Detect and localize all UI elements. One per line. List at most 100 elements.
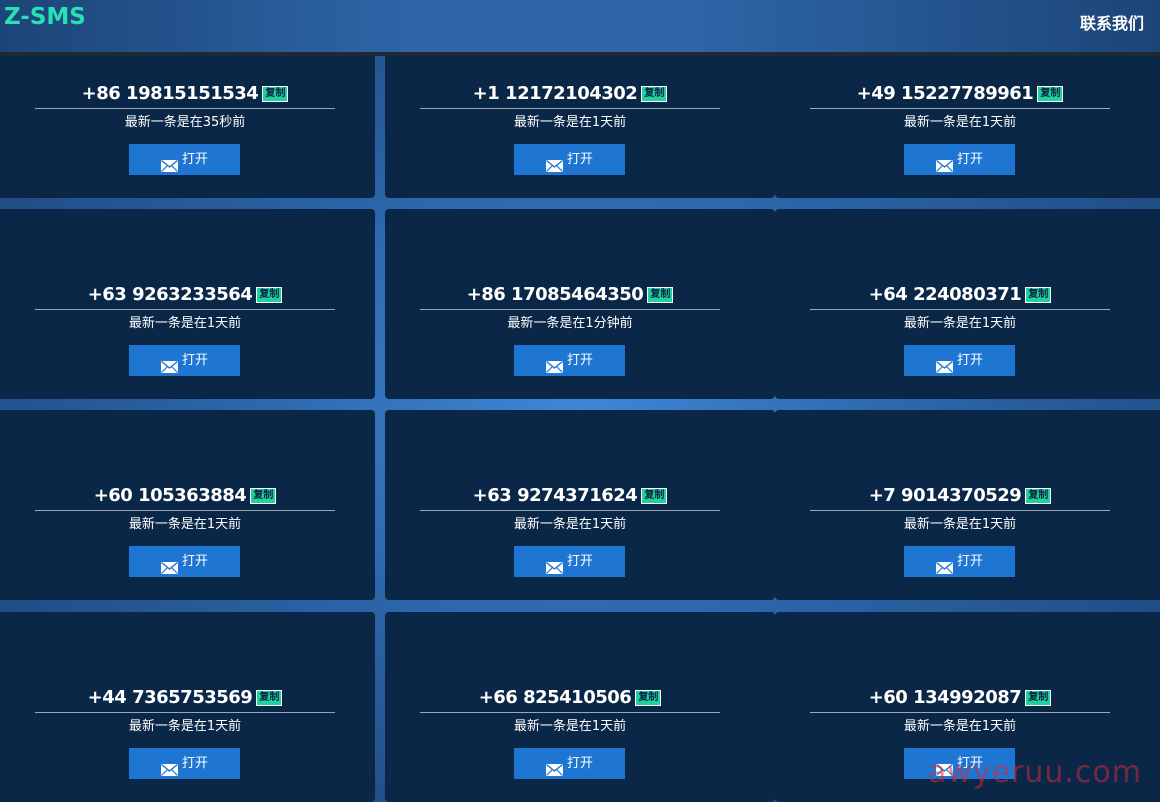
open-button-label: 打开 bbox=[181, 152, 208, 167]
mail-icon bbox=[545, 757, 563, 776]
open-button-label: 打开 bbox=[566, 152, 593, 167]
phone-number: +86 17085464350 bbox=[466, 284, 644, 305]
watermark: awyeruu.com bbox=[927, 755, 1142, 790]
number-card: +60 105363884 复制 最新一条是在1天前 打开 bbox=[0, 410, 375, 600]
open-button-label: 打开 bbox=[566, 756, 593, 771]
mail-icon bbox=[935, 555, 953, 574]
number-card: +7 9014370529 复制 最新一条是在1天前 打开 bbox=[775, 410, 1160, 600]
copy-button[interactable]: 复制 bbox=[641, 86, 668, 102]
mail-icon bbox=[545, 153, 563, 172]
open-button[interactable]: 打开 bbox=[514, 748, 625, 779]
copy-button[interactable]: 复制 bbox=[641, 488, 668, 504]
card-content: +66 825410506 复制 最新一条是在1天前 打开 bbox=[385, 684, 775, 792]
phone-number: +86 19815151534 bbox=[81, 83, 259, 104]
open-button[interactable]: 打开 bbox=[129, 144, 240, 175]
last-message-status: 最新一条是在1天前 bbox=[903, 115, 1017, 130]
number-card: +63 9274371624 复制 最新一条是在1天前 打开 bbox=[385, 410, 775, 600]
copy-button[interactable]: 复制 bbox=[1037, 86, 1064, 102]
number-row: +60 105363884 复制 bbox=[35, 482, 335, 511]
mail-icon bbox=[160, 757, 178, 776]
phone-number: +66 825410506 bbox=[478, 687, 632, 708]
number-card: +64 224080371 复制 最新一条是在1天前 打开 bbox=[775, 209, 1160, 399]
card-content: +64 224080371 复制 最新一条是在1天前 打开 bbox=[775, 281, 1160, 389]
site-logo[interactable]: Z-SMS bbox=[4, 4, 86, 30]
card-content: +1 12172104302 复制 最新一条是在1天前 打开 bbox=[385, 80, 775, 188]
phone-number: +63 9263233564 bbox=[87, 284, 253, 305]
mail-icon bbox=[545, 354, 563, 373]
open-button[interactable]: 打开 bbox=[904, 144, 1015, 175]
phone-number: +1 12172104302 bbox=[472, 83, 638, 104]
last-message-status: 最新一条是在1天前 bbox=[903, 316, 1017, 331]
last-message-status: 最新一条是在1天前 bbox=[128, 316, 242, 331]
number-row: +64 224080371 复制 bbox=[810, 281, 1110, 310]
card-content: +86 17085464350 复制 最新一条是在1分钟前 打开 bbox=[385, 281, 775, 389]
open-button-label: 打开 bbox=[956, 554, 983, 569]
card-content: +7 9014370529 复制 最新一条是在1天前 打开 bbox=[775, 482, 1160, 590]
copy-button[interactable]: 复制 bbox=[635, 690, 662, 706]
card-content: +63 9263233564 复制 最新一条是在1天前 打开 bbox=[0, 281, 375, 389]
copy-button[interactable]: 复制 bbox=[250, 488, 277, 504]
mail-icon bbox=[160, 354, 178, 373]
number-row: +44 7365753569 复制 bbox=[35, 684, 335, 713]
copy-button[interactable]: 复制 bbox=[1025, 488, 1052, 504]
last-message-status: 最新一条是在1天前 bbox=[903, 719, 1017, 734]
phone-number: +44 7365753569 bbox=[87, 687, 253, 708]
copy-button[interactable]: 复制 bbox=[262, 86, 289, 102]
card-content: +49 15227789961 复制最新一条是在1天前打开 bbox=[775, 80, 1160, 188]
open-button[interactable]: 打开 bbox=[129, 345, 240, 376]
open-button-label: 打开 bbox=[566, 554, 593, 569]
card-content: +60 105363884 复制 最新一条是在1天前 打开 bbox=[0, 482, 375, 590]
open-button[interactable]: 打开 bbox=[904, 546, 1015, 577]
number-card: +44 7365753569 复制 最新一条是在1天前 打开 bbox=[0, 612, 375, 802]
open-button[interactable]: 打开 bbox=[904, 345, 1015, 376]
number-row: +86 19815151534 复制 bbox=[35, 80, 335, 109]
number-row: +86 17085464350 复制 bbox=[420, 281, 720, 310]
copy-button[interactable]: 复制 bbox=[1025, 690, 1052, 706]
mail-icon bbox=[935, 354, 953, 373]
phone-number: +60 105363884 bbox=[93, 485, 247, 506]
phone-number: +7 9014370529 bbox=[868, 485, 1022, 506]
card-content: +44 7365753569 复制 最新一条是在1天前 打开 bbox=[0, 684, 375, 792]
open-button-label: 打开 bbox=[956, 353, 983, 368]
open-button-label: 打开 bbox=[181, 353, 208, 368]
mail-icon bbox=[935, 153, 953, 172]
last-message-status: 最新一条是在35秒前 bbox=[124, 115, 246, 130]
number-row: +1 12172104302 复制 bbox=[420, 80, 720, 109]
phone-number: +63 9274371624 bbox=[472, 485, 638, 506]
number-card: +66 825410506 复制 最新一条是在1天前 打开 bbox=[385, 612, 775, 802]
copy-button[interactable]: 复制 bbox=[1025, 287, 1052, 303]
last-message-status: 最新一条是在1天前 bbox=[513, 719, 627, 734]
number-row: +63 9263233564 复制 bbox=[35, 281, 335, 310]
open-button[interactable]: 打开 bbox=[514, 546, 625, 577]
open-button[interactable]: 打开 bbox=[129, 546, 240, 577]
open-button-label: 打开 bbox=[566, 353, 593, 368]
last-message-status: 最新一条是在1天前 bbox=[128, 719, 242, 734]
last-message-status: 最新一条是在1天前 bbox=[128, 517, 242, 532]
top-navbar: Z-SMS 联系我们 bbox=[0, 0, 1160, 56]
phone-number: +60 134992087 bbox=[868, 687, 1022, 708]
open-button[interactable]: 打开 bbox=[514, 345, 625, 376]
copy-button[interactable]: 复制 bbox=[256, 690, 283, 706]
mail-icon bbox=[160, 555, 178, 574]
phone-number: +64 224080371 bbox=[868, 284, 1022, 305]
open-button-label: 打开 bbox=[181, 756, 208, 771]
number-grid: +86 19815151534 复制 最新一条是在35秒前 打开 +1 12172104… bbox=[0, 0, 1160, 802]
card-content: +63 9274371624 复制 最新一条是在1天前 打开 bbox=[385, 482, 775, 590]
number-row: +66 825410506 复制 bbox=[420, 684, 720, 713]
open-button-label: 打开 bbox=[956, 152, 983, 167]
last-message-status: 最新一条是在1天前 bbox=[513, 517, 627, 532]
open-button-label: 打开 bbox=[181, 554, 208, 569]
open-button[interactable]: 打开 bbox=[129, 748, 240, 779]
number-row: +63 9274371624 复制 bbox=[420, 482, 720, 511]
number-card: +63 9263233564 复制 最新一条是在1天前 打开 bbox=[0, 209, 375, 399]
number-row: +60 134992087 复制 bbox=[810, 684, 1110, 713]
open-button[interactable]: 打开 bbox=[514, 144, 625, 175]
contact-us-link[interactable]: 联系我们 bbox=[1080, 10, 1144, 34]
copy-button[interactable]: 复制 bbox=[647, 287, 674, 303]
card-content: +86 19815151534 复制最新一条是在35秒前打开 bbox=[0, 80, 375, 188]
last-message-status: 最新一条是在1天前 bbox=[513, 115, 627, 130]
copy-button[interactable]: 复制 bbox=[256, 287, 283, 303]
number-row: +49 15227789961 复制 bbox=[810, 80, 1110, 109]
mail-icon bbox=[160, 153, 178, 172]
mail-icon bbox=[545, 555, 563, 574]
